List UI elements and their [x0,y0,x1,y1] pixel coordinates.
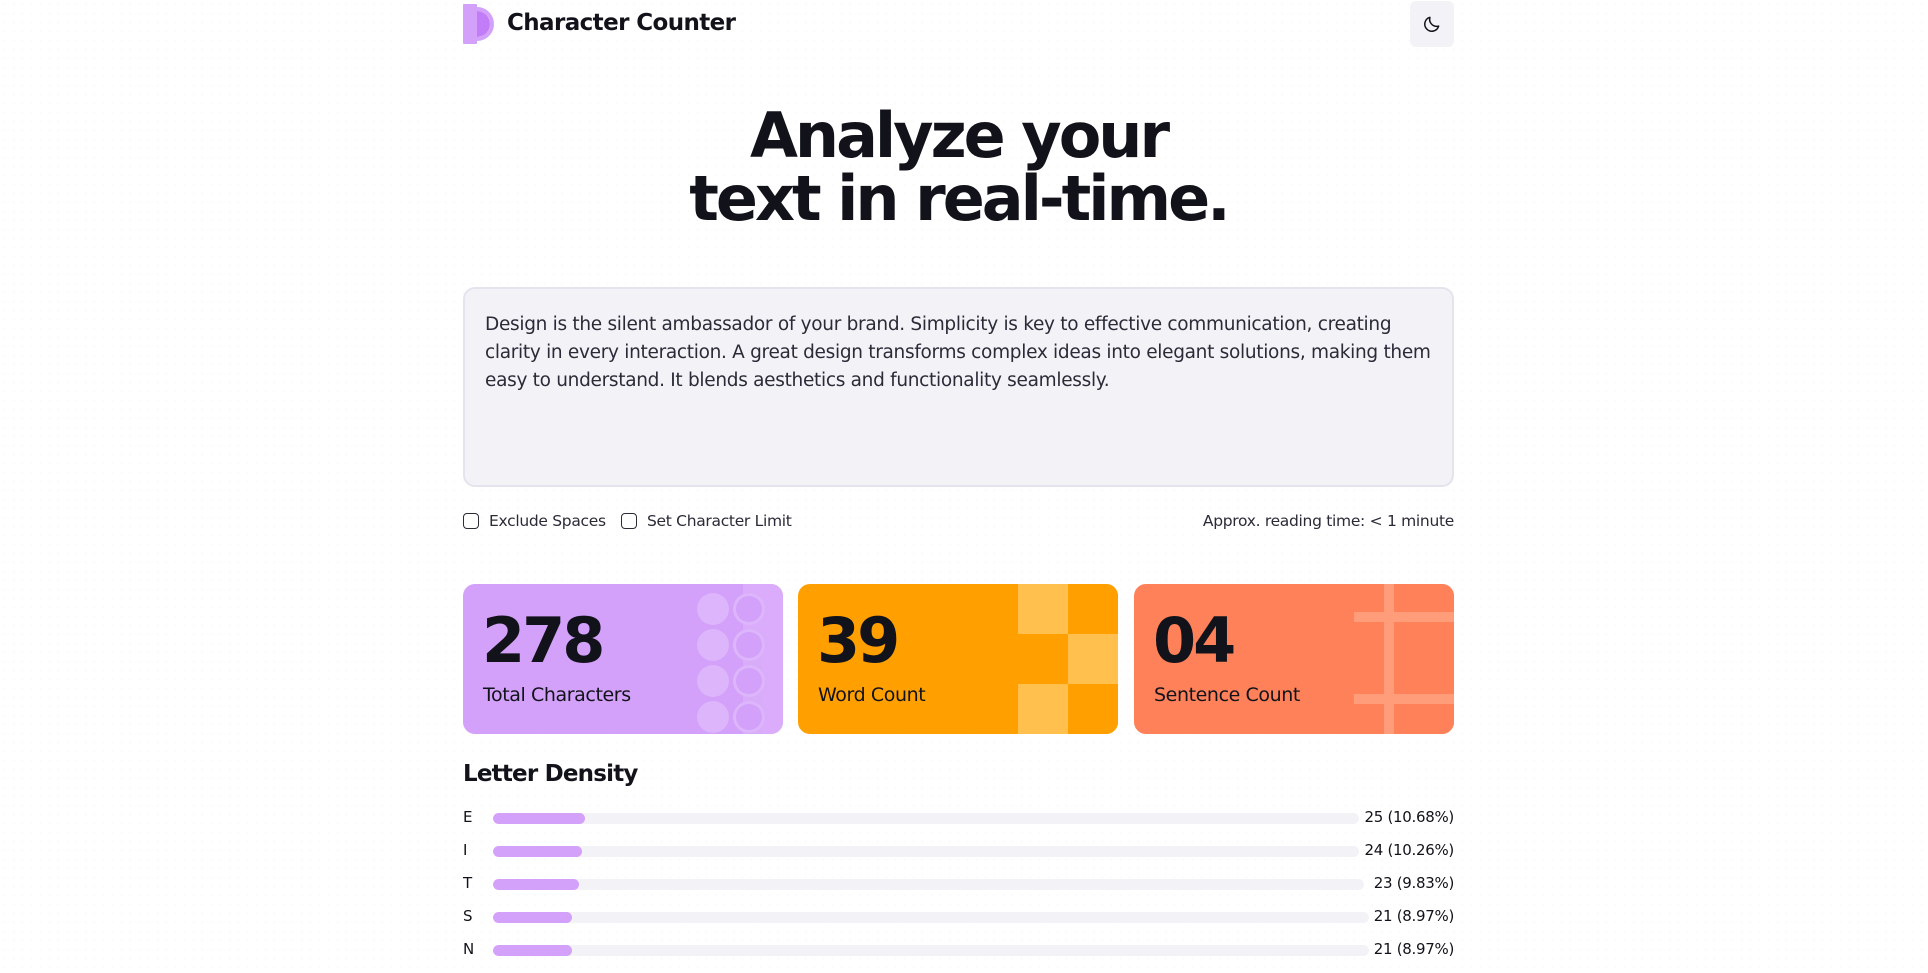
word-count-card: 39 Word Count [798,584,1118,734]
main-container: Character Counter Analyze your text in r… [463,0,1454,958]
letter-density-list: E 25 (10.68%) I 24 (10.26%) T 23 (9.83%) S 21 (… [463,808,1454,973]
text-input[interactable]: Design is the silent ambassador of your … [463,287,1454,487]
density-bar-fill [493,846,582,857]
sentence-count-label: Sentence Count [1154,684,1300,706]
hero-line-1: Analyze your [749,99,1170,172]
total-characters-value: 278 [482,604,605,677]
total-characters-label: Total Characters [483,684,631,706]
density-count: 23 (9.83%) [1373,874,1455,892]
moon-icon [1424,16,1440,32]
density-letter: E [463,808,473,826]
density-letter: S [463,907,473,925]
half-circle-logo-icon [463,4,494,44]
density-count: 24 (10.26%) [1364,841,1455,859]
exclude-spaces-option[interactable]: Exclude Spaces [463,512,606,530]
header: Character Counter [463,0,1454,50]
hero-heading: Analyze your text in real-time. [463,104,1454,230]
density-letter: I [463,841,468,859]
density-bar-track [493,813,1359,824]
exclude-spaces-checkbox[interactable] [463,513,479,529]
char-limit-label: Set Character Limit [647,512,792,530]
checker-pattern-icon [1018,584,1118,734]
page: Character Counter Analyze your text in r… [0,0,1928,968]
density-count: 21 (8.97%) [1373,907,1455,925]
density-row: S 21 (8.97%) [463,907,1454,940]
exclude-spaces-label: Exclude Spaces [489,512,606,530]
density-bar-track [493,945,1369,956]
density-bar-fill [493,813,586,824]
word-count-label: Word Count [818,684,926,706]
density-bar-track [493,912,1369,923]
reading-time: Approx. reading time: < 1 minute [1203,512,1454,530]
density-bar-fill [493,879,579,890]
sentence-count-value: 04 [1153,604,1236,677]
density-count: 21 (8.97%) [1373,940,1455,958]
hero-line-2: text in real-time. [689,162,1230,235]
total-characters-card: 278 Total Characters [463,584,783,734]
char-limit-option[interactable]: Set Character Limit [621,512,792,530]
circles-pattern-icon [697,584,783,734]
app-title: Character Counter [507,10,736,36]
stat-cards: 278 Total Characters 39 Word Count 04 Se… [463,584,1454,734]
density-letter: N [463,940,475,958]
sentence-count-card: 04 Sentence Count [1134,584,1454,734]
letter-density-title: Letter Density [463,761,638,787]
theme-toggle-button[interactable] [1410,1,1454,47]
cross-pattern-icon [1354,584,1454,734]
word-count-value: 39 [817,604,900,677]
density-bar-track [493,846,1359,857]
density-row: T 23 (9.83%) [463,874,1454,907]
density-bar-fill [493,912,572,923]
options-row: Exclude Spaces Set Character Limit Appro… [463,510,1454,534]
density-row: E 25 (10.68%) [463,808,1454,841]
density-bar-fill [493,945,572,956]
reading-time-value: < 1 minute [1369,512,1455,530]
density-bar-track [493,879,1364,890]
char-limit-checkbox[interactable] [621,513,637,529]
density-count: 25 (10.68%) [1364,808,1455,826]
density-row: I 24 (10.26%) [463,841,1454,874]
density-letter: T [463,874,473,892]
density-row: N 21 (8.97%) [463,940,1454,973]
reading-time-label: Approx. reading time: [1202,512,1365,530]
